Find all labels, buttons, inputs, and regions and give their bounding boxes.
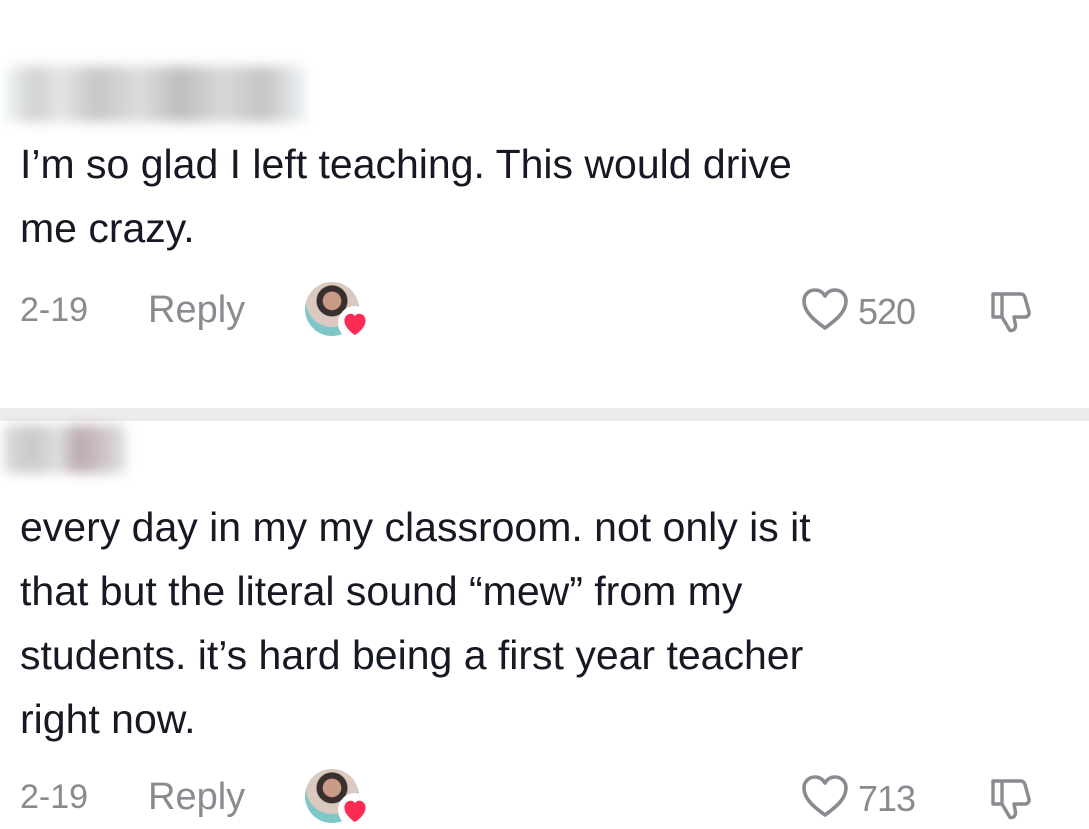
comment-meta-row: 2-19 Reply 520 [0, 280, 1089, 340]
comment-meta-row: 2-19 Reply 713 [0, 767, 1089, 827]
thumbs-down-icon[interactable] [985, 773, 1035, 823]
comment-text: every day in my my classroom. not only i… [20, 504, 811, 742]
username-redacted[interactable] [6, 66, 306, 122]
comment-date: 2-19 [20, 291, 89, 329]
heart-outline-icon [802, 775, 848, 817]
creator-liked-heart-icon [338, 306, 372, 340]
comment-divider [0, 408, 1089, 421]
creator-liked-heart-icon [338, 793, 372, 827]
comment-item: I’m so glad I left teaching. This would … [0, 0, 1089, 410]
like-count: 713 [858, 778, 916, 819]
comment-date: 2-19 [20, 778, 89, 816]
username-redacted[interactable] [4, 425, 126, 473]
comment-text: I’m so glad I left teaching. This would … [20, 141, 792, 251]
reply-button[interactable]: Reply [148, 288, 245, 332]
comment-item: every day in my my classroom. not only i… [0, 421, 1089, 829]
heart-outline-icon [802, 288, 848, 330]
like-count: 520 [858, 291, 916, 332]
thumbs-down-icon[interactable] [985, 286, 1035, 336]
reply-button[interactable]: Reply [148, 775, 245, 819]
